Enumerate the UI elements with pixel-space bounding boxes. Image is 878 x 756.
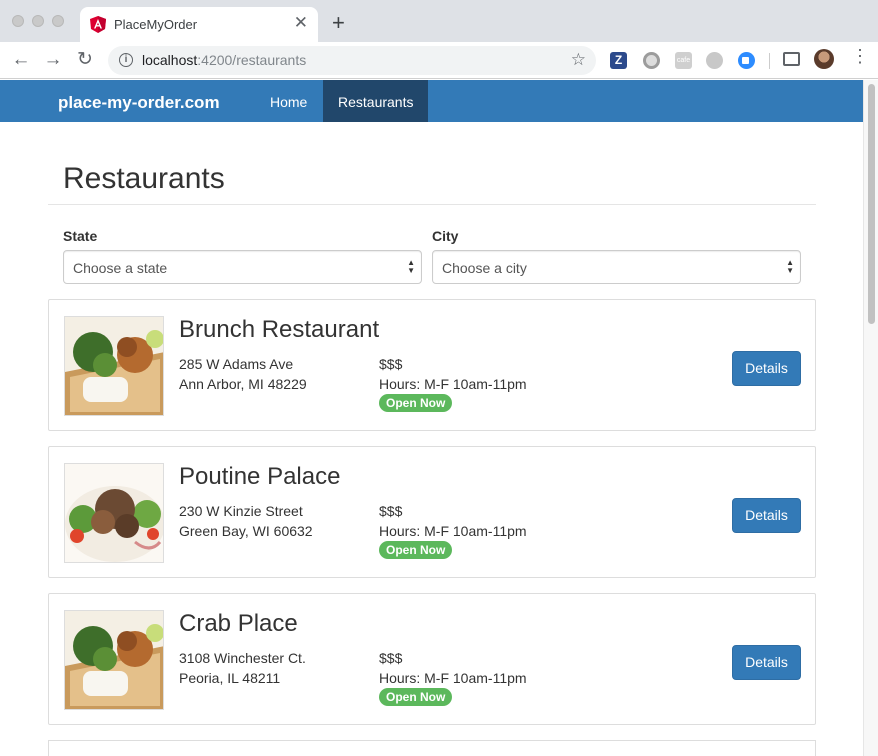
maximize-window-button[interactable] xyxy=(52,15,64,27)
price-range: $$$ xyxy=(379,503,403,519)
forward-icon[interactable]: → xyxy=(41,48,65,72)
address-city: Green Bay, WI 60632 xyxy=(179,523,313,539)
close-window-button[interactable] xyxy=(12,15,24,27)
restaurant-card-partial xyxy=(48,740,816,756)
address-bar[interactable]: i localhost:4200/restaurants ☆ xyxy=(108,46,596,75)
select-arrows-icon: ▲ ▼ xyxy=(407,258,415,275)
restaurant-address: 285 W Adams Ave Ann Arbor, MI 48229 xyxy=(179,354,307,394)
select-arrows-icon: ▲ ▼ xyxy=(786,258,794,275)
city-select-value: Choose a city xyxy=(442,260,527,276)
salmon-rice-dish-icon xyxy=(65,611,163,709)
state-label: State xyxy=(63,228,98,244)
restaurant-card: Crab Place 3108 Winchester Ct. Peoria, I… xyxy=(48,593,816,725)
steak-salad-dish-icon xyxy=(65,464,163,562)
extension-cafe-icon[interactable]: cafe xyxy=(675,52,692,69)
page-title: Restaurants xyxy=(63,162,225,195)
price-range: $$$ xyxy=(379,356,403,372)
url-host: localhost xyxy=(142,52,198,68)
price-range: $$$ xyxy=(379,650,403,666)
browser-toolbar: ← → ↻ i localhost:4200/restaurants ☆ Z c… xyxy=(0,42,878,79)
details-button[interactable]: Details xyxy=(732,351,801,386)
tab-title: PlaceMyOrder xyxy=(114,17,198,32)
city-select[interactable]: Choose a city ▲ ▼ xyxy=(432,250,801,284)
restaurant-image xyxy=(64,610,164,710)
minimize-window-button[interactable] xyxy=(32,15,44,27)
extension-circle-icon[interactable] xyxy=(643,52,660,69)
url-text: localhost:4200/restaurants xyxy=(142,52,306,68)
address-street: 3108 Winchester Ct. xyxy=(179,650,306,666)
restaurant-image xyxy=(64,463,164,563)
page-scrollbar[interactable] xyxy=(863,80,878,756)
zoom-extension-icon[interactable] xyxy=(738,52,755,69)
address-city: Peoria, IL 48211 xyxy=(179,670,281,686)
hours-text: Hours: M-F 10am-11pm xyxy=(379,670,527,686)
title-divider xyxy=(48,204,816,205)
open-now-badge: Open Now xyxy=(379,688,453,706)
bookmark-star-icon[interactable]: ☆ xyxy=(571,50,586,70)
restaurant-info: $$$ Hours: M-F 10am-11pm xyxy=(379,648,527,688)
site-info-icon[interactable]: i xyxy=(119,53,133,67)
nav-link-restaurants[interactable]: Restaurants xyxy=(323,80,429,122)
browser-tab[interactable]: PlaceMyOrder ✕ xyxy=(80,7,318,42)
city-label: City xyxy=(432,228,459,244)
restaurant-address: 3108 Winchester Ct. Peoria, IL 48211 xyxy=(179,648,306,688)
extension-cookie-icon[interactable] xyxy=(706,52,723,69)
details-button[interactable]: Details xyxy=(732,645,801,680)
details-button[interactable]: Details xyxy=(732,498,801,533)
reload-icon[interactable]: ↻ xyxy=(73,48,97,72)
toolbar-divider xyxy=(769,53,770,69)
url-path: :4200/restaurants xyxy=(197,52,307,68)
restaurant-name[interactable]: Crab Place xyxy=(179,610,298,638)
profile-avatar[interactable] xyxy=(814,49,834,69)
site-navbar: place-my-order.com Home Restaurants xyxy=(0,80,863,122)
restaurant-name[interactable]: Brunch Restaurant xyxy=(179,316,379,344)
state-select-value: Choose a state xyxy=(73,260,168,276)
restaurant-card: Brunch Restaurant 285 W Adams Ave Ann Ar… xyxy=(48,299,816,431)
restaurant-name[interactable]: Poutine Palace xyxy=(179,463,340,491)
zotero-extension-icon[interactable]: Z xyxy=(610,52,627,69)
address-street: 285 W Adams Ave xyxy=(179,356,294,372)
open-now-badge: Open Now xyxy=(379,394,453,412)
page-viewport: place-my-order.com Home Restaurants Rest… xyxy=(0,80,863,756)
restaurant-info: $$$ Hours: M-F 10am-11pm xyxy=(379,501,527,541)
hours-text: Hours: M-F 10am-11pm xyxy=(379,376,527,392)
back-icon[interactable]: ← xyxy=(9,48,33,72)
restaurant-info: $$$ Hours: M-F 10am-11pm xyxy=(379,354,527,394)
tab-close-icon[interactable]: ✕ xyxy=(294,14,308,31)
address-street: 230 W Kinzie Street xyxy=(179,503,303,519)
browser-tabstrip: PlaceMyOrder ✕ + xyxy=(0,0,878,42)
scrollbar-thumb[interactable] xyxy=(868,84,875,324)
new-tab-icon[interactable]: + xyxy=(332,12,345,34)
restaurant-card: Poutine Palace 230 W Kinzie Street Green… xyxy=(48,446,816,578)
state-select[interactable]: Choose a state ▲ ▼ xyxy=(63,250,422,284)
browser-menu-icon[interactable]: ⋮ xyxy=(851,47,869,65)
salmon-rice-dish-icon xyxy=(65,317,163,415)
cast-icon[interactable] xyxy=(783,52,800,66)
nav-link-home[interactable]: Home xyxy=(255,80,322,122)
angular-logo-icon xyxy=(90,16,106,33)
brand-link[interactable]: place-my-order.com xyxy=(58,93,220,113)
restaurant-image xyxy=(64,316,164,416)
open-now-badge: Open Now xyxy=(379,541,453,559)
restaurant-address: 230 W Kinzie Street Green Bay, WI 60632 xyxy=(179,501,313,541)
address-city: Ann Arbor, MI 48229 xyxy=(179,376,307,392)
hours-text: Hours: M-F 10am-11pm xyxy=(379,523,527,539)
